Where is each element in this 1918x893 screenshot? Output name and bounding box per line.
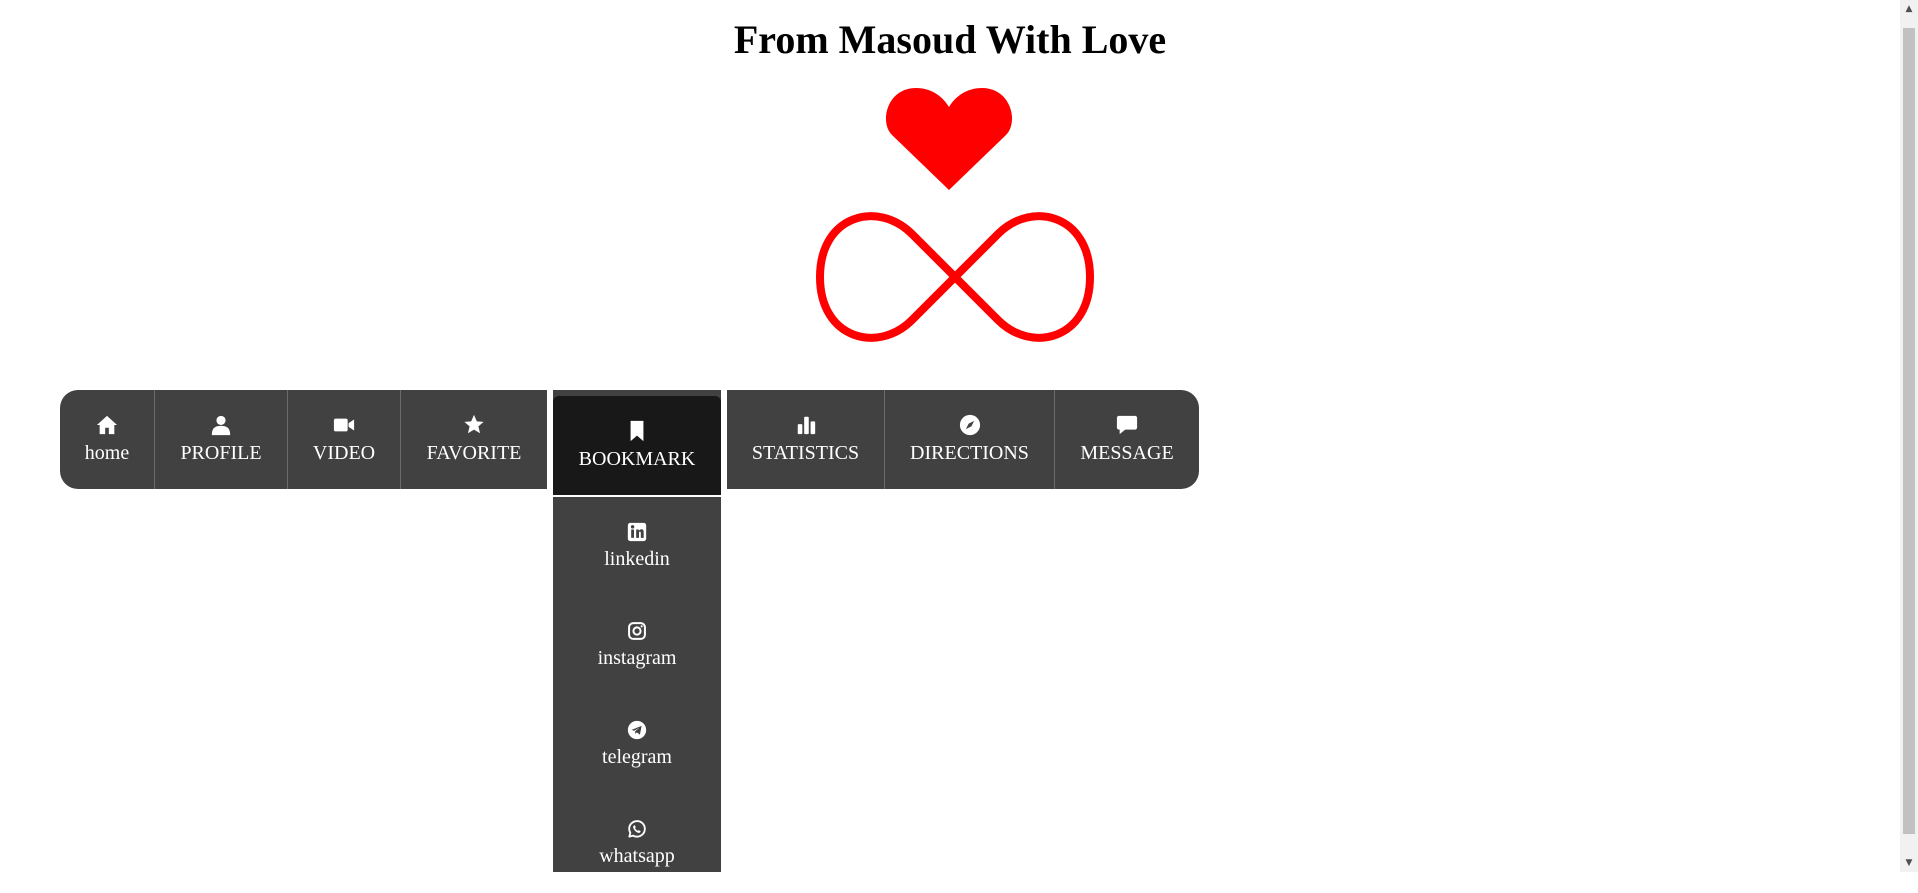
nav-item-video[interactable]: VIDEO <box>288 390 400 489</box>
bookmark-dropdown: linkedin instagram telegram whatsapp <box>553 497 721 872</box>
whatsapp-icon <box>627 819 647 839</box>
scroll-thumb[interactable] <box>1903 28 1915 834</box>
infinity-icon <box>816 212 1094 342</box>
nav-item-bookmark[interactable]: BOOKMARK <box>553 396 721 495</box>
heart-icon <box>885 88 1013 190</box>
vertical-scrollbar[interactable]: ▲ ▼ <box>1900 0 1918 872</box>
nav-label-statistics: STATISTICS <box>751 442 860 464</box>
home-icon <box>96 414 118 436</box>
nav-label-bookmark: BOOKMARK <box>578 448 696 470</box>
scroll-up-arrow-icon[interactable]: ▲ <box>1900 0 1918 18</box>
chart-icon <box>795 414 817 436</box>
bookmark-icon <box>626 420 648 442</box>
dropdown-label-instagram: instagram <box>597 647 677 669</box>
page: From Masoud With Love home PROFILE VIDEO <box>0 0 1900 872</box>
dropdown-label-whatsapp: whatsapp <box>599 845 675 867</box>
dropdown-item-telegram[interactable]: telegram <box>553 695 721 794</box>
telegram-icon <box>627 720 647 740</box>
instagram-icon <box>627 621 647 641</box>
video-icon <box>333 414 355 436</box>
dropdown-label-telegram: telegram <box>602 746 672 768</box>
compass-icon <box>959 414 981 436</box>
nav-item-favorite[interactable]: FAVORITE <box>401 390 547 489</box>
nav-label-directions: DIRECTIONS <box>910 442 1029 464</box>
star-icon <box>463 414 485 436</box>
dropdown-item-whatsapp[interactable]: whatsapp <box>553 794 721 893</box>
message-icon <box>1116 414 1138 436</box>
nav-item-message[interactable]: MESSAGE <box>1055 390 1199 489</box>
nav-label-home: home <box>84 442 130 464</box>
nav-label-profile: PROFILE <box>180 442 262 464</box>
nav-label-favorite: FAVORITE <box>426 442 522 464</box>
dropdown-item-linkedin[interactable]: linkedin <box>553 497 721 596</box>
nav-item-directions[interactable]: DIRECTIONS <box>885 390 1054 489</box>
linkedin-icon <box>627 522 647 542</box>
nav-item-profile[interactable]: PROFILE <box>155 390 287 489</box>
heart-infinity-art <box>816 88 1094 342</box>
nav-item-statistics[interactable]: STATISTICS <box>727 390 884 489</box>
page-title: From Masoud With Love <box>733 17 1167 62</box>
nav-item-home[interactable]: home <box>60 390 154 489</box>
dropdown-item-instagram[interactable]: instagram <box>553 596 721 695</box>
dropdown-label-linkedin: linkedin <box>604 548 670 570</box>
user-icon <box>210 414 232 436</box>
nav-label-message: MESSAGE <box>1080 442 1174 464</box>
scroll-down-arrow-icon[interactable]: ▼ <box>1900 854 1918 872</box>
nav-label-video: VIDEO <box>312 442 376 464</box>
